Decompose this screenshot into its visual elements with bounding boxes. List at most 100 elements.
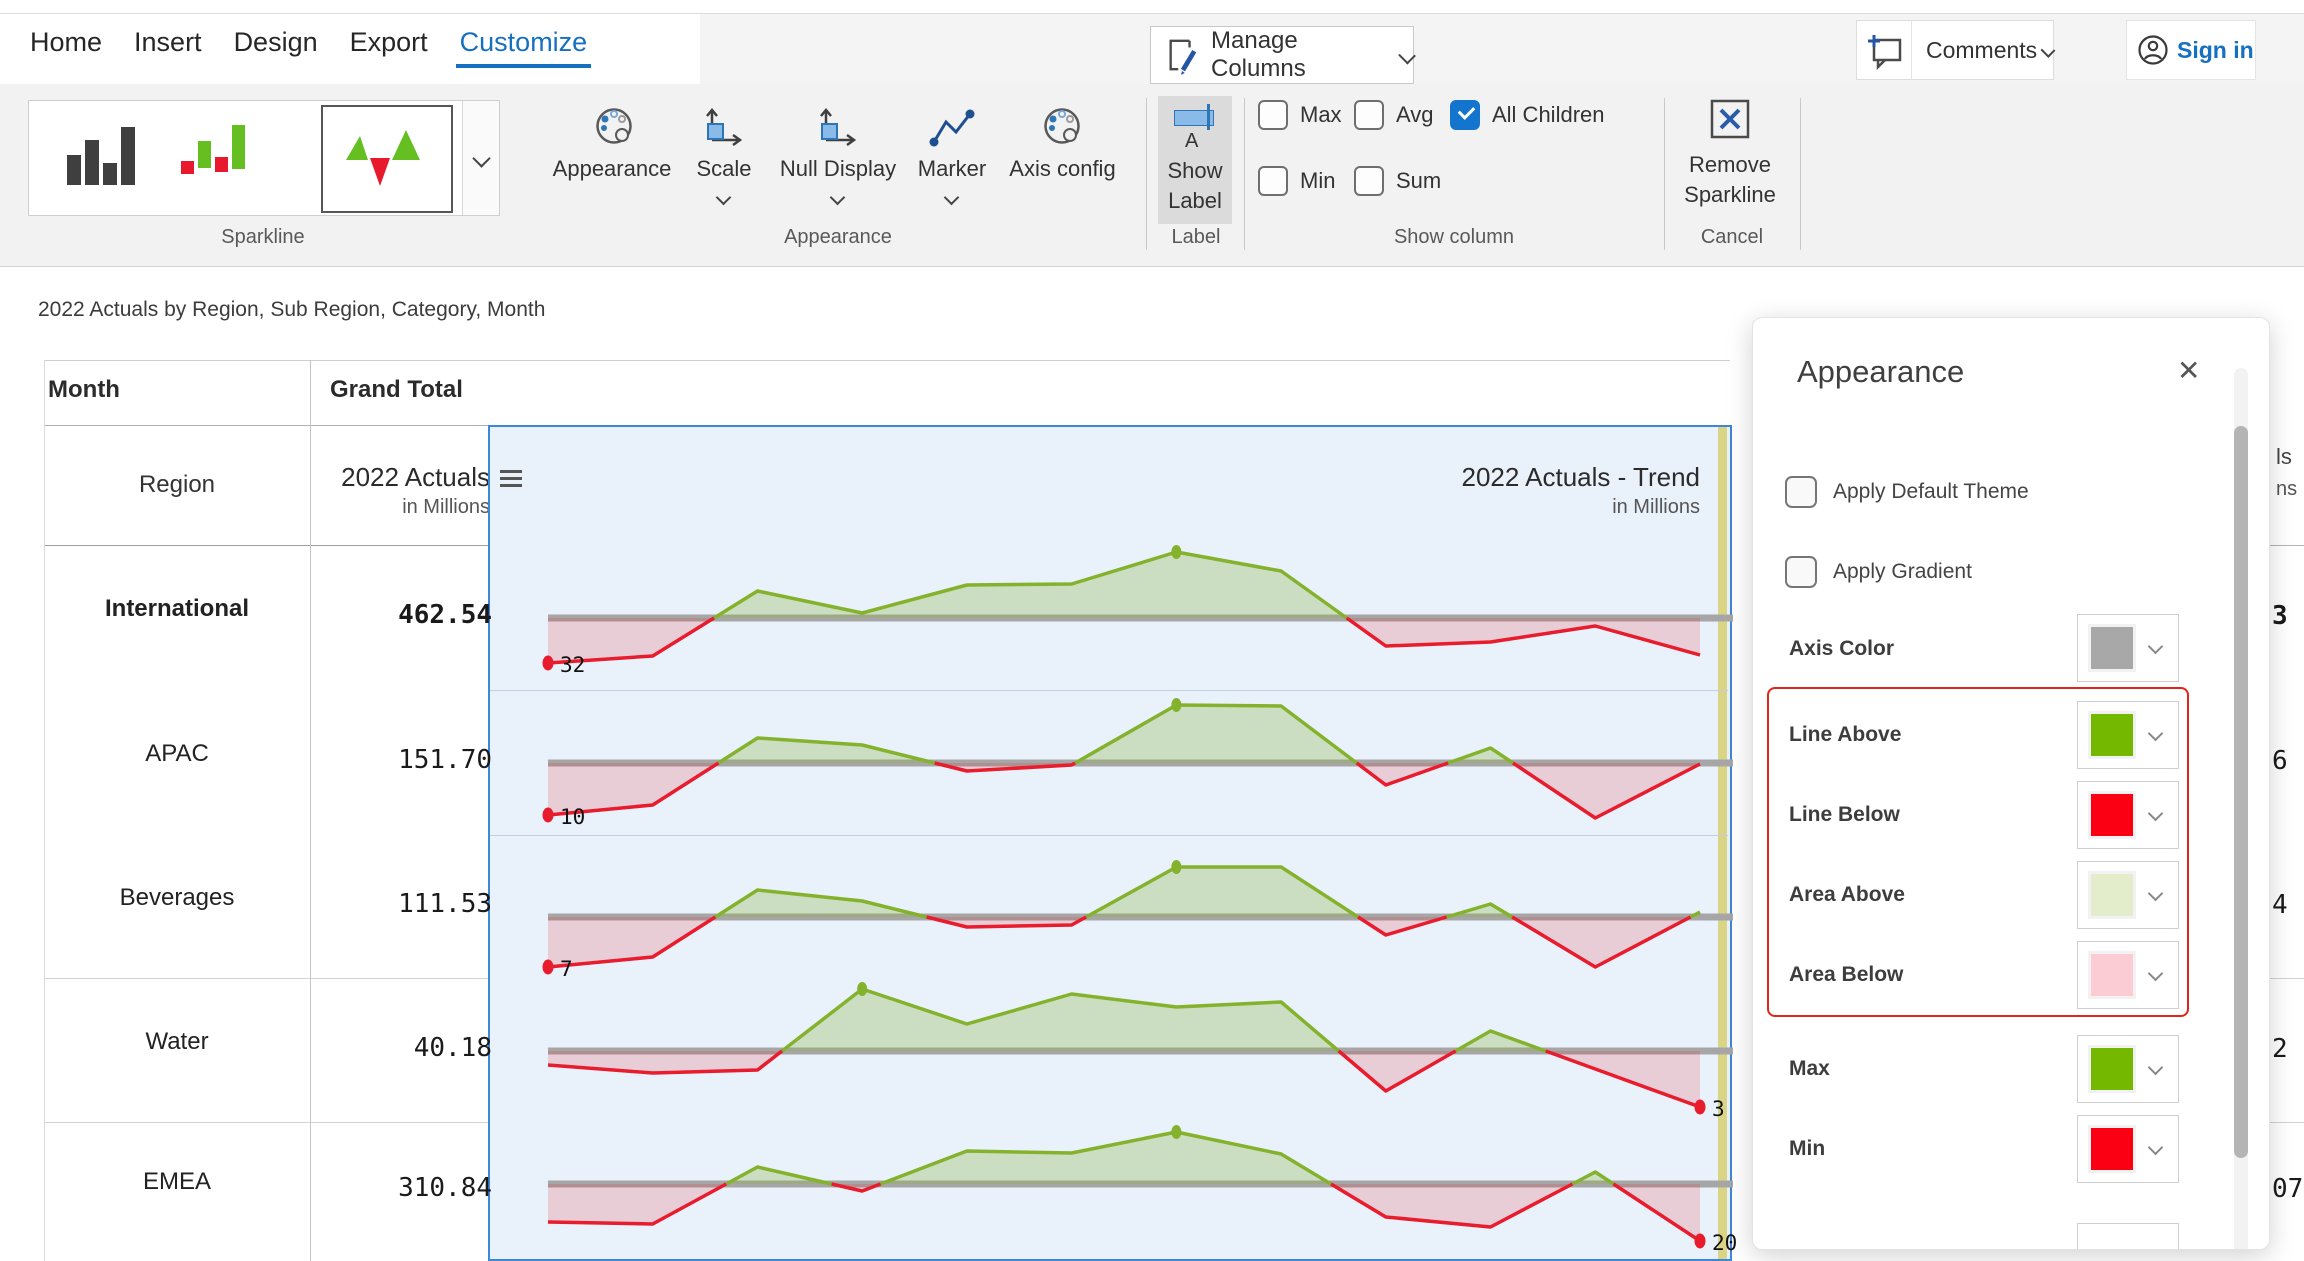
gallery-tile-triangle-sparkline-selected[interactable] xyxy=(321,105,453,213)
appearance-panel: Appearance ✕ Apply Default Theme Apply G… xyxy=(1752,317,2270,1250)
min-marker xyxy=(543,960,554,975)
marker-button[interactable] xyxy=(928,108,976,153)
scale-button[interactable] xyxy=(702,104,746,153)
checkbox-min-label: Min xyxy=(1300,166,1335,196)
row-value-beverages[interactable]: 111.53 xyxy=(310,889,492,919)
max-color-dropdown[interactable] xyxy=(2077,1035,2179,1103)
add-comment-icon[interactable] xyxy=(1857,21,1912,79)
comments-label: Comments xyxy=(1926,37,2037,64)
apply-gradient-checkbox[interactable] xyxy=(1785,556,1817,588)
remove-sparkline-button[interactable]: Remove Sparkline xyxy=(1672,94,1788,224)
active-tab-underline xyxy=(456,64,592,68)
checkbox-avg[interactable] xyxy=(1354,100,1384,130)
line-below-dropdown[interactable] xyxy=(2077,781,2179,849)
manage-columns-icon xyxy=(1165,35,1199,75)
checkbox-max[interactable] xyxy=(1258,100,1288,130)
apply-default-theme-checkbox[interactable] xyxy=(1785,476,1817,508)
area-above-swatch xyxy=(2091,874,2133,916)
chevron-down-icon xyxy=(2148,806,2164,822)
appearance-group-caption: Appearance xyxy=(552,226,1124,249)
tab-home[interactable]: Home xyxy=(28,21,104,64)
row-header-region[interactable]: Region xyxy=(44,471,310,499)
null-display-dropdown-chevron[interactable] xyxy=(832,190,843,208)
edge-value-fragment: 6 xyxy=(2272,746,2288,776)
row-label-emea[interactable]: EMEA xyxy=(44,1168,310,1196)
sign-in-button[interactable]: Sign in xyxy=(2126,20,2256,80)
close-icon[interactable]: ✕ xyxy=(2177,354,2200,387)
chevron-down-icon xyxy=(2148,966,2164,982)
checkbox-all-children[interactable] xyxy=(1450,100,1480,130)
show-label-button[interactable]: A Show Label xyxy=(1158,96,1232,224)
report-title: 2022 Actuals by Region, Sub Region, Cate… xyxy=(38,298,545,322)
palette-icon xyxy=(592,104,636,148)
row-label-apac[interactable]: APAC xyxy=(44,740,310,768)
sparkline-value-label: 20 xyxy=(1712,1231,1737,1255)
null-display-button[interactable] xyxy=(816,104,860,153)
marker-button-label: Marker xyxy=(912,156,992,182)
gallery-tile-variance-sparkline[interactable] xyxy=(181,123,247,192)
line-above-swatch xyxy=(2091,714,2133,756)
row-label-water[interactable]: Water xyxy=(44,1028,310,1056)
tab-home-label: Home xyxy=(30,27,102,57)
chevron-down-icon xyxy=(472,149,490,167)
marker-dropdown-chevron[interactable] xyxy=(946,190,957,208)
partial-dropdown[interactable] xyxy=(2077,1223,2179,1250)
top-bar: Home Insert Design Export Customize Mana… xyxy=(0,0,2304,84)
axis-config-button-label: Axis config xyxy=(1000,156,1125,182)
axis-color-dropdown[interactable] xyxy=(2077,614,2179,682)
row-value-emea[interactable]: 310.84 xyxy=(310,1173,492,1203)
axis-config-button[interactable] xyxy=(1040,104,1084,153)
row-label-international[interactable]: International xyxy=(44,595,310,623)
column-header-grand-total[interactable]: Grand Total xyxy=(330,376,463,404)
sparkline-value-label: 10 xyxy=(560,805,585,829)
chevron-down-icon xyxy=(1398,46,1416,64)
tab-design-label: Design xyxy=(234,27,318,57)
scale-dropdown-chevron[interactable] xyxy=(718,190,729,208)
min-marker xyxy=(1694,1234,1705,1249)
table-border xyxy=(2270,1122,2304,1123)
manage-columns-button[interactable]: Manage Columns xyxy=(1150,26,1414,84)
tab-design[interactable]: Design xyxy=(232,21,320,64)
show-label-line1: Show xyxy=(1158,158,1232,184)
cancel-group-caption: Cancel xyxy=(1664,226,1800,249)
max-marker xyxy=(857,982,867,996)
chevron-down-icon xyxy=(2148,639,2164,655)
area-below-dropdown[interactable] xyxy=(2077,941,2179,1009)
row-value-apac[interactable]: 151.70 xyxy=(310,745,492,775)
appearance-button[interactable] xyxy=(592,104,636,153)
tab-insert[interactable]: Insert xyxy=(132,21,204,64)
remove-x-icon xyxy=(1708,98,1752,142)
min-marker xyxy=(543,656,554,671)
table-border xyxy=(2270,978,2304,979)
panel-scrollbar-thumb[interactable] xyxy=(2234,426,2248,1158)
edge-value-fragment: 4 xyxy=(2272,890,2288,920)
tab-customize[interactable]: Customize xyxy=(458,21,590,64)
show-label-line2: Label xyxy=(1158,188,1232,214)
checkbox-min[interactable] xyxy=(1258,166,1288,196)
gallery-expand-button[interactable] xyxy=(462,101,499,215)
user-icon xyxy=(2137,34,2169,66)
table-border xyxy=(2270,545,2304,546)
chevron-down-icon xyxy=(2148,886,2164,902)
top-bar-background xyxy=(700,14,2304,84)
area-above-label: Area Above xyxy=(1789,861,1905,929)
appearance-panel-title: Appearance xyxy=(1797,354,1964,390)
min-color-dropdown[interactable] xyxy=(2077,1115,2179,1183)
checkbox-sum[interactable] xyxy=(1354,166,1384,196)
min-color-swatch xyxy=(2091,1128,2133,1170)
null-display-axes-icon xyxy=(816,104,860,148)
gallery-tile-bar-sparkline[interactable] xyxy=(67,123,137,192)
row-value-international[interactable]: 462.54 xyxy=(310,600,492,630)
line-above-label: Line Above xyxy=(1789,701,1901,769)
area-above-dropdown[interactable] xyxy=(2077,861,2179,929)
tab-export[interactable]: Export xyxy=(348,21,430,64)
max-color-label: Max xyxy=(1789,1035,1830,1103)
line-above-dropdown[interactable] xyxy=(2077,701,2179,769)
column-header-month[interactable]: Month xyxy=(48,376,120,404)
scale-button-label: Scale xyxy=(684,156,764,182)
row-label-beverages[interactable]: Beverages xyxy=(44,884,310,912)
comments-button[interactable]: Comments xyxy=(1856,20,2054,80)
row-value-water[interactable]: 40.18 xyxy=(310,1033,492,1063)
show-column-group-caption: Show column xyxy=(1244,226,1664,249)
label-group-caption: Label xyxy=(1146,226,1246,249)
